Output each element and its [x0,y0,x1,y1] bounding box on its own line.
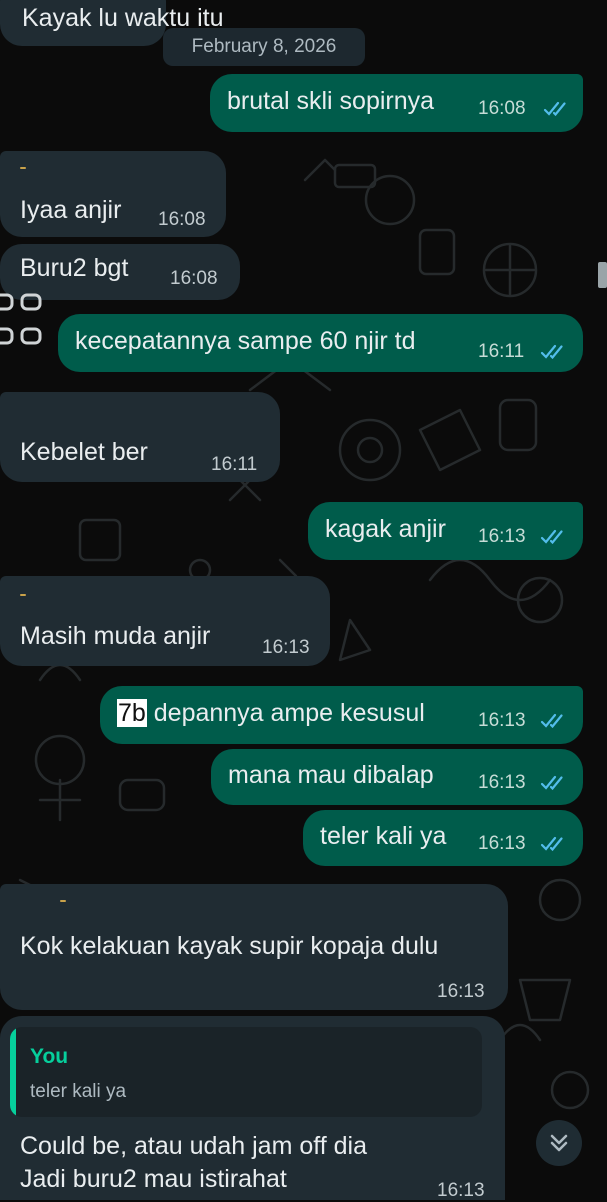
sender-name [20,167,26,169]
message-time: 16:13 [478,833,526,854]
outgoing-message[interactable]: brutal skli sopirnya 16:08 [210,74,583,132]
double-check-icon [540,529,563,545]
message-time: 16:13 [262,637,310,658]
message-time: 16:08 [158,209,206,230]
message-time: 16:13 [478,710,526,731]
selected-text-highlight[interactable]: 7b [117,699,147,727]
incoming-message[interactable]: Iyaa anjir 16:08 [0,151,226,237]
incoming-message[interactable]: Kebelet ber 16:11 [0,392,280,482]
quote-text: teler kali ya [30,1081,127,1102]
double-check-icon [540,775,563,791]
scroll-to-bottom-button[interactable] [536,1120,582,1166]
message-text: Kok kelakuan kayak supir kopaja dulu [20,932,439,960]
double-check-icon [543,101,566,117]
message-text: mana mau dibalap [228,761,434,789]
message-text: Iyaa anjir [20,196,122,224]
quoted-message[interactable]: You teler kali ya [10,1027,482,1117]
message-text: kecepatannya sampe 60 njir td [75,327,416,355]
message-time: 16:13 [478,526,526,547]
date-separator: February 8, 2026 [163,28,365,66]
message-time: 16:13 [478,772,526,793]
incoming-message[interactable]: Kayak lu waktu itu [0,0,224,46]
message-time: 16:08 [170,268,218,289]
message-text: Buru2 bgt [20,254,129,282]
chevron-double-down-icon [550,1134,568,1152]
message-time: 16:11 [478,341,525,362]
double-check-icon [540,713,563,729]
sender-name [60,900,66,902]
message-time: 16:11 [211,454,258,475]
incoming-message[interactable]: Kok kelakuan kayak supir kopaja dulu 16:… [0,884,508,1010]
message-text: brutal skli sopirnya [227,87,435,115]
scroll-indicator[interactable] [598,262,607,288]
quote-accent-bar [10,1027,16,1117]
message-text-line: Could be, atau udah jam off dia [20,1132,368,1160]
chat-area[interactable]: Kayak lu waktu itu February 8, 2026 brut… [0,0,607,1201]
outgoing-message[interactable]: teler kali ya 16:13 [303,810,583,866]
emoji-reaction-icon[interactable] [0,292,54,328]
message-text: teler kali ya [320,822,447,850]
incoming-message[interactable]: Masih muda anjir 16:13 [0,576,330,666]
double-check-icon [540,836,563,852]
message-time: 16:13 [437,981,485,1002]
emoji-reaction-icon[interactable] [0,326,54,362]
incoming-message-reply[interactable]: You teler kali ya Could be, atau udah ja… [0,1016,505,1201]
double-check-icon [540,344,563,360]
outgoing-message[interactable]: kecepatannya sampe 60 njir td 16:11 [58,314,583,372]
outgoing-message[interactable]: mana mau dibalap 16:13 [211,749,583,805]
quote-author: You [30,1045,69,1068]
message-text: Masih muda anjir [20,622,211,650]
outgoing-message[interactable]: 7b depannya ampe kesusul 16:13 [100,686,583,744]
message-text: 7b depannya ampe kesusul [117,699,425,727]
message-text: kagak anjir [325,515,446,543]
sender-name [20,594,26,596]
outgoing-message[interactable]: kagak anjir 16:13 [308,502,583,560]
message-text-line: Jadi buru2 mau istirahat [20,1165,287,1193]
message-text: Kebelet ber [20,438,148,466]
message-time: 16:08 [478,98,526,119]
message-time: 16:13 [437,1180,485,1201]
